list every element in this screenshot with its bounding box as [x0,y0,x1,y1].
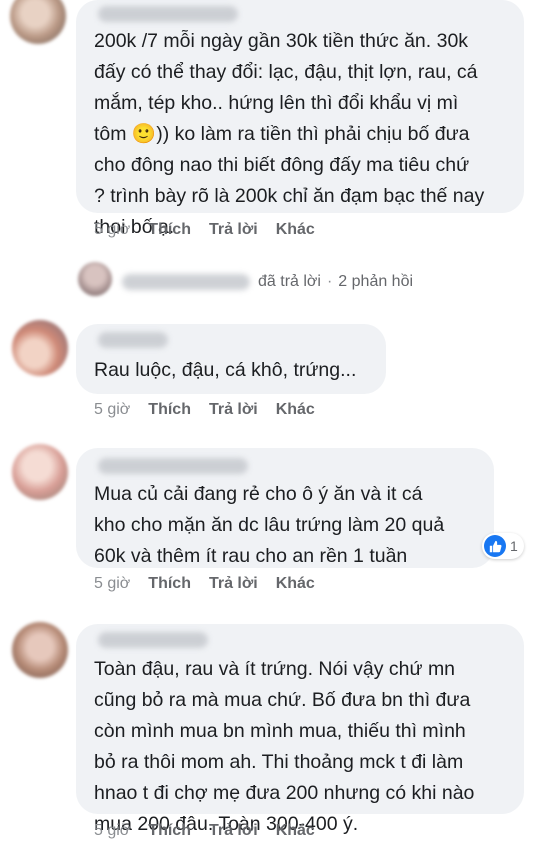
comment-bubble: 200k /7 mỗi ngày gần 30k tiền thức ăn. 3… [76,0,524,238]
replier-name[interactable] [122,274,250,290]
commenter-name[interactable] [98,458,248,474]
commenter-name[interactable] [98,632,208,648]
more-link[interactable]: Khác [276,221,315,239]
like-link[interactable]: Thích [148,822,191,840]
reply-link[interactable]: Trả lời [209,575,258,593]
reply-link[interactable]: Trả lời [209,822,258,840]
more-link[interactable]: Khác [276,401,315,419]
comment-time[interactable]: 5 giờ [94,575,130,593]
comment-actions: 5 giờ Thích Trả lời Khác [94,575,315,593]
comment-text: 200k /7 mỗi ngày gần 30k tiền thức ăn. 3… [94,30,485,238]
comment-text: Toàn đậu, rau và ít trứng. Nói vậy chứ m… [94,658,475,835]
avatar[interactable] [12,444,68,500]
avatar[interactable] [12,622,68,678]
comment-text: Mua củ cải đang rẻ cho ô ý ăn và it cá k… [94,483,445,567]
commenter-name[interactable] [98,332,168,348]
comment-text: Rau luộc, đậu, cá khô, trứng... [94,359,357,381]
comment-actions: 5 giờ Thích Trả lời Khác [94,401,315,419]
commenter-name[interactable] [98,6,238,22]
more-link[interactable]: Khác [276,575,315,593]
comment-time[interactable]: 5 giờ [94,401,130,419]
like-reaction-icon [484,535,506,557]
reply-link[interactable]: Trả lời [209,401,258,419]
reaction-badge[interactable]: 1 [482,533,524,559]
reaction-count: 1 [510,538,518,554]
reply-count[interactable]: 2 phản hồi [338,273,413,291]
comment-bubble: Mua củ cải đang rẻ cho ô ý ăn và it cá k… [76,448,494,568]
comment-time[interactable]: 5 giờ [94,221,130,239]
like-link[interactable]: Thích [148,575,191,593]
reply-avatar[interactable] [78,262,112,296]
like-link[interactable]: Thích [148,221,191,239]
comment-actions: 5 giờ Thích Trả lời Khác [94,822,315,840]
replied-text: đã trả lời [258,273,321,290]
like-link[interactable]: Thích [148,401,191,419]
comment-time[interactable]: 5 giờ [94,822,130,840]
avatar[interactable] [10,0,66,44]
comment-actions: 5 giờ Thích Trả lời Khác [94,221,315,239]
view-replies-link[interactable]: đã trả lời · 2 phản hồi [258,273,413,291]
reply-link[interactable]: Trả lời [209,221,258,239]
comment-bubble: Rau luộc, đậu, cá khô, trứng... [76,324,386,394]
more-link[interactable]: Khác [276,822,315,840]
comment-bubble: Toàn đậu, rau và ít trứng. Nói vậy chứ m… [76,624,524,835]
avatar[interactable] [12,320,68,376]
